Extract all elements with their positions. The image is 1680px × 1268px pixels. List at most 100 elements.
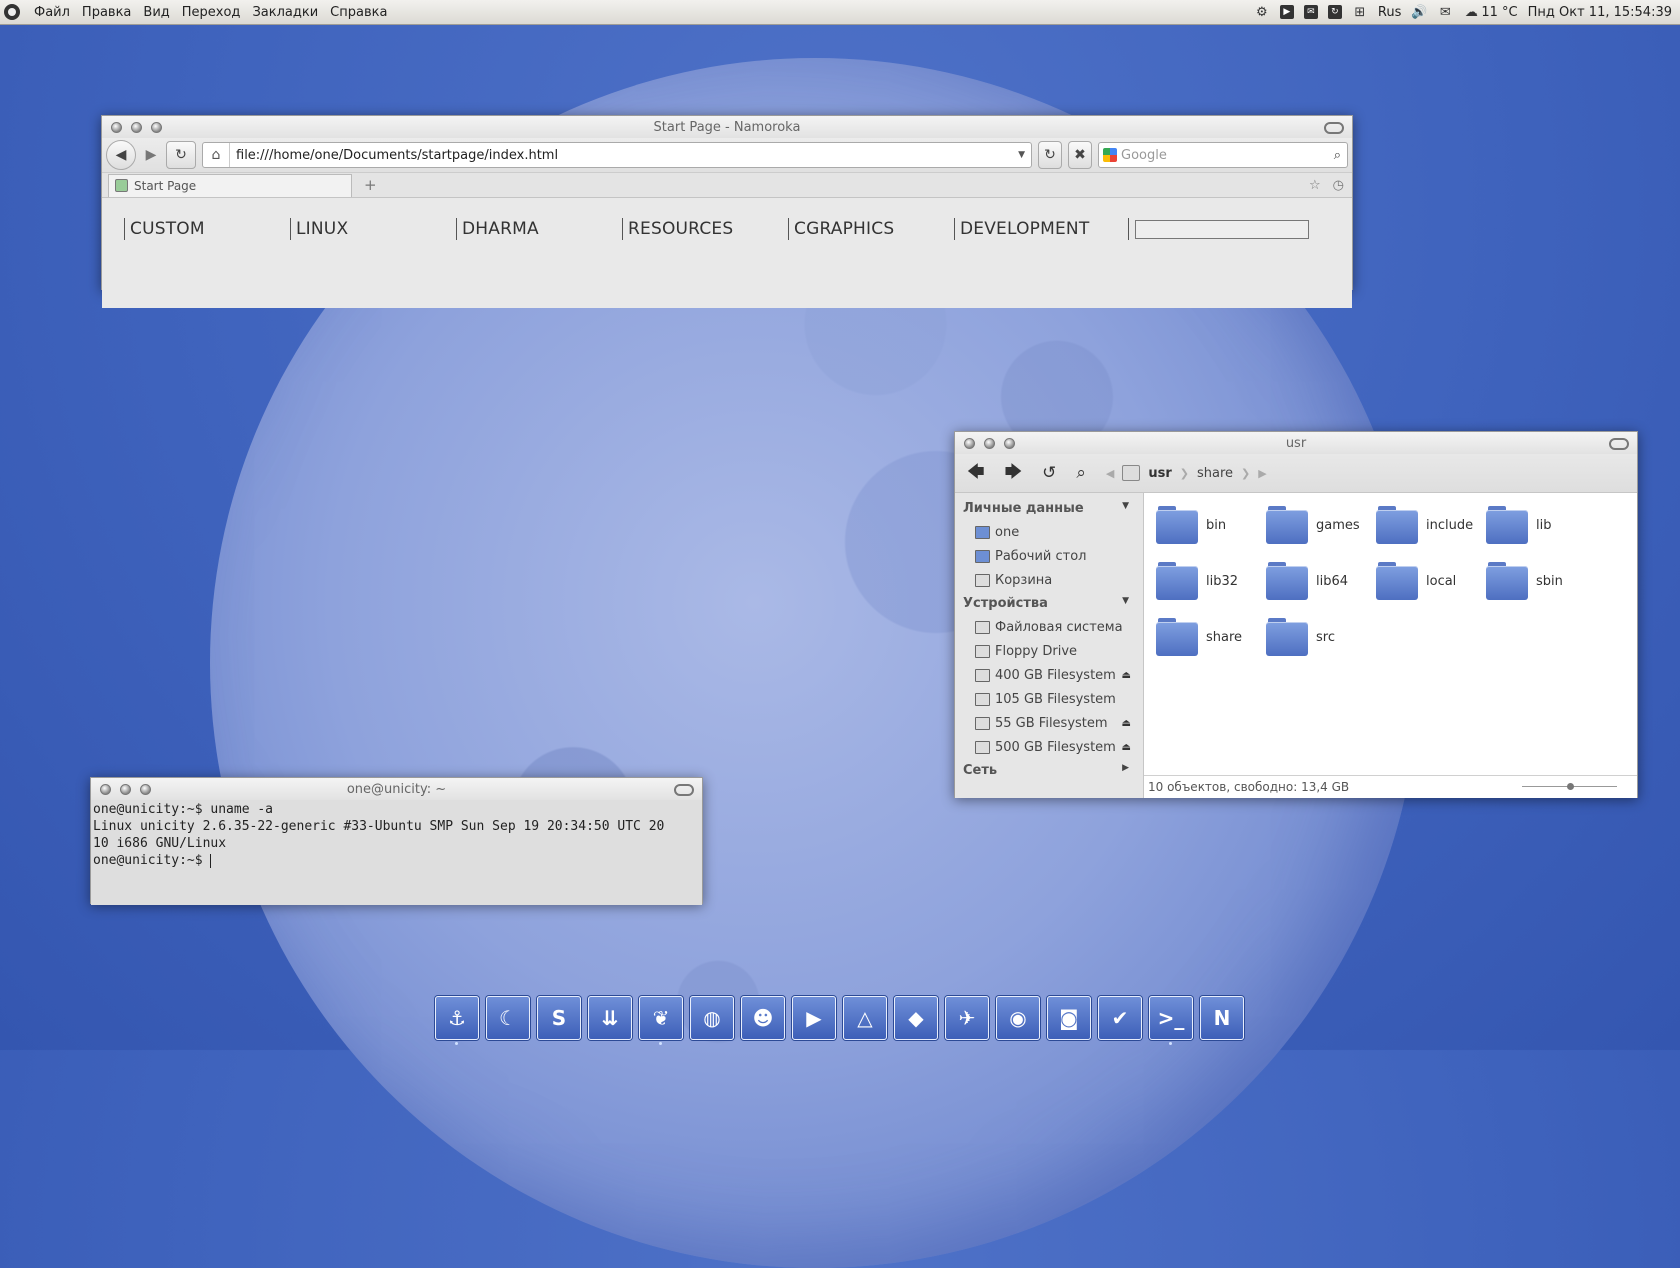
weather-indicator[interactable]: ☁ 11 °C (1463, 4, 1518, 20)
tasks-icon[interactable]: ✔ (1098, 996, 1142, 1040)
browser-titlebar[interactable]: Start Page - Namoroka (102, 116, 1352, 138)
skype-icon[interactable]: S (537, 996, 581, 1040)
sidebar-item-desktop[interactable]: Рабочий стол (955, 544, 1143, 568)
folder-item[interactable]: games (1266, 505, 1376, 545)
breadcrumb-left-icon[interactable]: ◀ (1106, 467, 1114, 480)
google-icon[interactable] (1103, 148, 1117, 162)
close-window-button[interactable] (964, 437, 975, 449)
link-resources[interactable]: RESOURCES (622, 218, 788, 240)
url-text[interactable]: file:///home/one/Documents/startpage/ind… (236, 148, 558, 163)
camera-icon[interactable]: ◙ (1047, 996, 1091, 1040)
url-dropdown-icon[interactable]: ▼ (1012, 150, 1031, 160)
folder-item[interactable]: sbin (1486, 561, 1596, 601)
breadcrumb-right-icon[interactable]: ▶ (1258, 467, 1266, 480)
folder-item[interactable]: bin (1156, 505, 1266, 545)
file-manager-titlebar[interactable]: usr (955, 432, 1637, 454)
globe-icon[interactable]: ◍ (690, 996, 734, 1040)
forward-arrow-icon[interactable]: 🡆 (1005, 459, 1023, 488)
sidebar-item-trash[interactable]: Корзина (955, 568, 1143, 592)
drive-icon[interactable] (1122, 465, 1141, 481)
folder-item[interactable]: lib64 (1266, 561, 1376, 601)
breadcrumb-usr[interactable]: usr (1148, 466, 1171, 481)
expand-arrow-icon[interactable]: ▶ (1122, 763, 1135, 778)
menu-bookmarks[interactable]: Закладки (246, 5, 324, 20)
bookmark-star-icon[interactable]: ☆ (1309, 178, 1321, 193)
search-icon[interactable]: ⌕ (1334, 148, 1347, 163)
back-arrow-icon[interactable]: 🡄 (967, 459, 985, 488)
zoom-slider[interactable] (1522, 783, 1617, 790)
section-devices[interactable]: Устройства ▼ (955, 592, 1143, 615)
terminal-prompt-line[interactable]: one@unicity:~$ (93, 852, 700, 869)
eject-icon[interactable]: ⏏ (1122, 670, 1143, 681)
folder-item[interactable]: lib (1486, 505, 1596, 545)
menu-view[interactable]: Вид (137, 5, 175, 20)
close-window-button[interactable] (111, 121, 122, 133)
maximize-window-button[interactable] (1004, 437, 1015, 449)
link-dharma[interactable]: DHARMA (456, 218, 622, 240)
menu-go[interactable]: Переход (176, 5, 247, 20)
minimize-window-button[interactable] (131, 121, 142, 133)
search-icon[interactable]: ⌕ (1076, 463, 1086, 483)
minimize-window-button[interactable] (984, 437, 995, 449)
eye-icon[interactable]: ◉ (996, 996, 1040, 1040)
tab-start-page[interactable]: Start Page (108, 173, 352, 197)
sidebar-item-device[interactable]: Файловая система (955, 615, 1143, 639)
link-linux[interactable]: LINUX (290, 218, 456, 240)
keyboard-grid-icon[interactable]: ⊞ (1352, 4, 1368, 20)
bird-icon[interactable]: ✈ (945, 996, 989, 1040)
close-window-button[interactable] (100, 783, 111, 795)
sidebar-item-device[interactable]: 55 GB Filesystem ⏏ (955, 711, 1143, 735)
terminal-output[interactable]: one@unicity:~$ uname -a Linux unicity 2.6… (91, 800, 702, 905)
menu-edit[interactable]: Правка (76, 5, 137, 20)
eject-icon[interactable]: ⏏ (1122, 718, 1143, 729)
maximize-window-button[interactable] (140, 783, 151, 795)
folder-item[interactable]: share (1156, 617, 1266, 657)
folder-item[interactable]: local (1376, 561, 1486, 601)
terminal-icon[interactable]: >_ (1149, 996, 1193, 1045)
window-shade-icon[interactable] (674, 784, 694, 796)
inkscape-icon[interactable]: ◆ (894, 996, 938, 1040)
link-development[interactable]: DEVELOPMENT (954, 218, 1120, 240)
anchor-icon[interactable]: ⚓ (435, 996, 479, 1045)
link-cgraphics[interactable]: CGRAPHICS (788, 218, 954, 240)
folder-item[interactable]: include (1376, 505, 1486, 545)
eject-icon[interactable]: ⏏ (1122, 742, 1143, 753)
url-bar[interactable]: ⌂ file:///home/one/Documents/startpage/i… (202, 142, 1032, 168)
vlc-icon[interactable]: △ (843, 996, 887, 1040)
sidebar-item-home[interactable]: one (955, 520, 1143, 544)
system-logo-icon[interactable] (4, 4, 20, 20)
menu-help[interactable]: Справка (324, 5, 393, 20)
minimize-window-button[interactable] (120, 783, 131, 795)
mail-client-icon[interactable]: ✉ (1303, 5, 1318, 19)
back-button[interactable]: ◀ (106, 140, 136, 170)
pidgin-icon[interactable]: ❦ (639, 996, 683, 1045)
firefox-icon[interactable]: ☾ (486, 996, 530, 1040)
maximize-window-button[interactable] (151, 121, 162, 133)
collapse-arrow-icon[interactable]: ▼ (1122, 596, 1135, 611)
sidebar-item-device[interactable]: 400 GB Filesystem ⏏ (955, 663, 1143, 687)
keyboard-layout[interactable]: Rus (1378, 5, 1401, 20)
home-icon[interactable]: ⌂ (203, 143, 230, 167)
clock[interactable]: Пнд Окт 11, 15:54:39 (1528, 5, 1672, 20)
section-network[interactable]: Сеть ▶ (955, 759, 1143, 782)
media-play-icon[interactable]: ▶ (1279, 5, 1294, 19)
sidebar-item-device[interactable]: 105 GB Filesystem (955, 687, 1143, 711)
download-icon[interactable]: ⇊ (588, 996, 632, 1040)
reload-button[interactable]: ↻ (166, 141, 196, 169)
envelope-icon[interactable]: ✉ (1437, 4, 1453, 20)
reload-icon[interactable]: ↺ (1042, 463, 1056, 483)
window-shade-icon[interactable] (1324, 122, 1344, 134)
folder-item[interactable]: src (1266, 617, 1376, 657)
breadcrumb-share[interactable]: share (1197, 466, 1233, 481)
sidebar-item-device[interactable]: 500 GB Filesystem ⏏ (955, 735, 1143, 759)
link-custom[interactable]: CUSTOM (124, 218, 290, 240)
startpage-search-input[interactable] (1135, 220, 1309, 239)
sync-icon[interactable]: ↻ (1327, 5, 1342, 19)
folder-item[interactable]: lib32 (1156, 561, 1266, 601)
notes-icon[interactable]: N (1200, 996, 1244, 1040)
menu-file[interactable]: Файл (28, 5, 76, 20)
window-shade-icon[interactable] (1609, 438, 1629, 450)
search-input[interactable]: Google ⌕ (1098, 142, 1348, 168)
player-icon[interactable]: ▶ (792, 996, 836, 1040)
new-tab-button[interactable]: + (364, 176, 377, 194)
